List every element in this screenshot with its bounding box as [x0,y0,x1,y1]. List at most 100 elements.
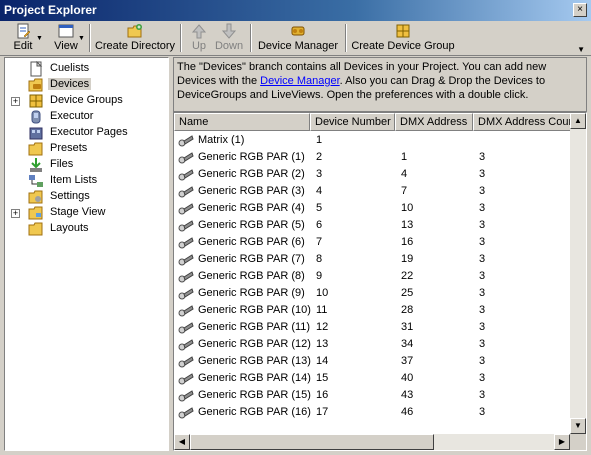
fixture-icon [178,252,194,266]
down-label: Down [214,40,244,52]
table-cell: 9 [316,270,323,282]
table-cell: 13 [316,338,329,350]
table-row[interactable]: Generic RGB PAR (13) 14 37 3 [174,353,574,370]
tree-item-label: Item Lists [50,174,98,186]
horizontal-scrollbar[interactable]: ◀ ▶ [174,434,570,450]
table-cell: 14 [316,355,329,367]
table-cell: Generic RGB PAR (10) [198,304,311,316]
presets-icon [28,141,44,157]
table-cell: 7 [316,236,323,248]
title-bar[interactable]: Project Explorer × [0,0,591,21]
toolbar-overflow-icon[interactable]: ▼ [577,45,585,54]
down-arrow-icon [221,23,237,39]
view-dropdown-arrow-icon[interactable]: ▼ [78,35,85,42]
fixture-icon [178,133,194,147]
scroll-left-arrow-icon[interactable]: ◀ [174,434,190,450]
table-cell: 12 [316,321,329,333]
create-device-group-label: Create Device Group [351,40,455,52]
table-row[interactable]: Generic RGB PAR (3) 4 7 3 [174,183,574,200]
table-row[interactable]: Generic RGB PAR (11) 12 31 3 [174,319,574,336]
table-row[interactable]: Generic RGB PAR (9) 10 25 3 [174,285,574,302]
column-header-dmx-address[interactable]: DMX Address [395,113,473,131]
table-cell: 28 [401,304,414,316]
column-header-device-number[interactable]: Device Number [310,113,395,131]
expand-icon[interactable]: + [11,209,20,218]
table-row[interactable]: Generic RGB PAR (15) 16 43 3 [174,387,574,404]
scrollbar-corner [570,434,586,450]
table-row[interactable]: Generic RGB PAR (5) 6 13 3 [174,217,574,234]
table-cell: 3 [479,219,486,231]
table-row[interactable]: Generic RGB PAR (1) 2 1 3 [174,149,574,166]
tree-item-label: Settings [50,190,90,202]
tree-item-label: Device Groups [50,94,123,106]
tree-item-label: Cuelists [50,62,90,74]
table-cell: Generic RGB PAR (5) [198,219,305,231]
table-row[interactable]: Generic RGB PAR (16) 17 46 3 [174,404,574,421]
table-cell: Generic RGB PAR (8) [198,270,305,282]
settings-folder-icon [28,189,44,205]
table-cell: 3 [479,389,486,401]
table-row[interactable]: Generic RGB PAR (7) 8 19 3 [174,251,574,268]
table-row[interactable]: Generic RGB PAR (6) 7 16 3 [174,234,574,251]
table-cell: Generic RGB PAR (9) [198,287,305,299]
table-cell: 16 [401,236,414,248]
devices-table[interactable]: Name Device Number DMX Address DMX Addre… [173,112,587,451]
table-cell: Generic RGB PAR (2) [198,168,305,180]
horizontal-scroll-thumb[interactable] [190,434,434,450]
fixture-icon [178,269,194,283]
tree-item-label: Presets [50,142,88,154]
create-directory-icon [127,24,142,38]
vertical-scrollbar[interactable]: ▲ ▼ [570,113,586,434]
column-header-dmx-address-count[interactable]: DMX Address Count [473,113,572,131]
table-cell: 2 [316,151,323,163]
table-row[interactable]: Generic RGB PAR (14) 15 40 3 [174,370,574,387]
table-cell: 3 [479,202,486,214]
info-panel: The "Devices" branch contains all Device… [173,57,587,112]
down-button[interactable]: Down [212,22,246,54]
devices-folder-icon [28,77,44,93]
fixture-icon [178,235,194,249]
table-cell: Generic RGB PAR (14) [198,372,311,384]
device-manager-button[interactable]: Device Manager [256,22,340,54]
up-button[interactable]: Up [187,22,211,54]
create-directory-label: Create Directory [94,40,176,52]
tree-item-label: Stage View [50,206,106,218]
table-row[interactable]: Generic RGB PAR (8) 9 22 3 [174,268,574,285]
scroll-down-arrow-icon[interactable]: ▼ [570,418,586,434]
up-label: Up [191,40,207,52]
tree-item-label: Executor Pages [50,126,128,138]
table-cell: 4 [316,185,323,197]
view-icon [58,24,74,38]
table-cell: 3 [479,185,486,197]
fixture-icon [178,405,194,419]
table-row[interactable]: Generic RGB PAR (10) 11 28 3 [174,302,574,319]
create-device-group-icon [396,24,410,38]
device-manager-link[interactable]: Device Manager [260,75,340,87]
column-header-name[interactable]: Name [174,113,310,131]
table-cell: 8 [316,253,323,265]
fixture-icon [178,371,194,385]
create-device-group-button[interactable]: Create Device Group [350,22,456,54]
table-cell: 3 [479,304,486,316]
scroll-right-arrow-icon[interactable]: ▶ [554,434,570,450]
view-button[interactable]: View ▼ [46,22,86,54]
create-directory-button[interactable]: Create Directory [93,22,177,54]
table-row[interactable]: Generic RGB PAR (12) 13 34 3 [174,336,574,353]
project-tree[interactable]: Cuelists Devices + Device Groups Executor Exe… [4,57,169,451]
table-row[interactable]: Generic RGB PAR (4) 5 10 3 [174,200,574,217]
edit-dropdown-arrow-icon[interactable]: ▼ [36,35,43,42]
table-cell: 25 [401,287,414,299]
table-cell: Generic RGB PAR (6) [198,236,305,248]
table-cell: 3 [479,355,486,367]
table-row[interactable]: Generic RGB PAR (2) 3 4 3 [174,166,574,183]
scroll-up-arrow-icon[interactable]: ▲ [570,113,586,129]
table-row[interactable]: Matrix (1) 1 [174,132,574,149]
expand-icon[interactable]: + [11,97,20,106]
table-cell: 19 [401,253,414,265]
close-button[interactable]: × [573,3,587,17]
table-cell: 10 [401,202,414,214]
table-cell: Generic RGB PAR (3) [198,185,305,197]
fixture-icon [178,150,194,164]
edit-button[interactable]: Edit ▼ [4,22,43,54]
fixture-icon [178,337,194,351]
